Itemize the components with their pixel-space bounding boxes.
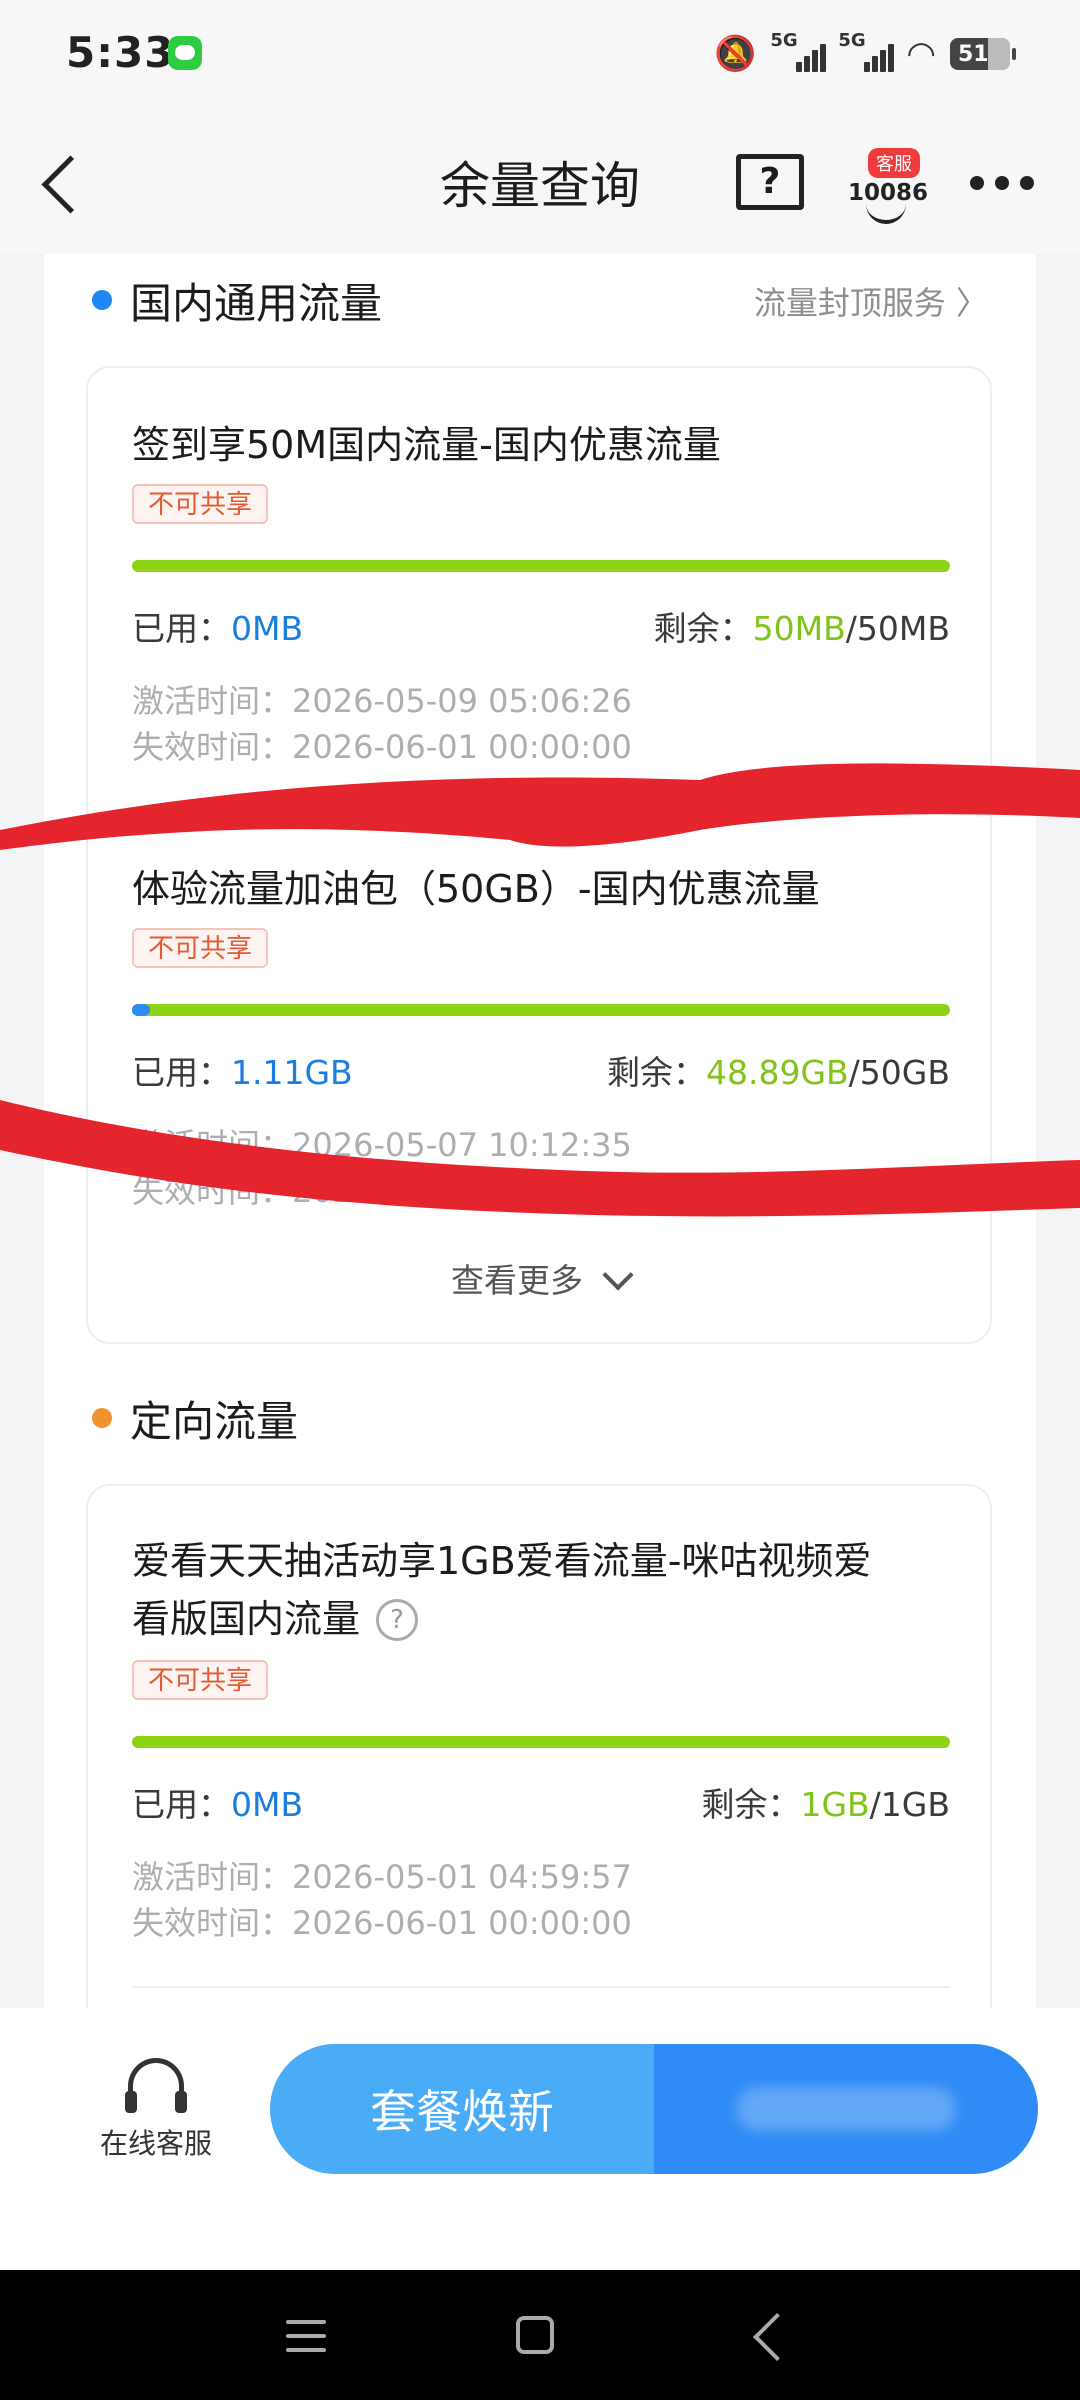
headset-icon bbox=[125, 2058, 187, 2113]
online-service-label: 在线客服 bbox=[99, 2127, 212, 2160]
expire-time: 失效时间：2026-06-01 00:00:00 bbox=[132, 728, 632, 766]
item-name: 签到享50M国内流量-国内优惠流量 bbox=[132, 423, 721, 467]
divider bbox=[132, 1986, 950, 1988]
app-header: 余量查询 ? 客服 10086 bbox=[0, 110, 1080, 254]
home-icon[interactable] bbox=[516, 2316, 554, 2354]
usage-progress-bar bbox=[132, 560, 950, 572]
online-service-button[interactable]: 在线客服 bbox=[86, 2058, 226, 2162]
item-name-line2: 看版国内流量? bbox=[132, 1588, 419, 1645]
system-nav-bar bbox=[0, 2270, 1080, 2400]
bottom-action-bar: 在线客服 套餐焕新 bbox=[0, 2008, 1080, 2270]
item-name-line1: 爱看天天抽活动享1GB爱看流量-咪咕视频爱 bbox=[132, 1539, 872, 1583]
help-book-icon[interactable]: ? bbox=[736, 154, 804, 210]
phone-arc-icon bbox=[866, 196, 906, 224]
recent-apps-icon[interactable] bbox=[286, 2320, 326, 2356]
expire-time: 失效时间：2026-06-01 00:00:00 bbox=[132, 1172, 632, 1210]
usage-progress-bar bbox=[132, 1004, 950, 1016]
remaining-amount: 剩余：1GB/1GB bbox=[701, 1785, 950, 1824]
used-amount: 已用：1.11GB bbox=[132, 1053, 353, 1092]
mute-bell-icon: 🔕 bbox=[713, 34, 757, 74]
used-amount: 已用：0MB bbox=[132, 609, 304, 648]
activate-time: 激活时间：2026-05-01 04:59:57 bbox=[132, 1858, 632, 1896]
cs-badge: 客服 bbox=[868, 148, 920, 178]
status-time: 5:33 bbox=[66, 28, 175, 77]
wifi-icon: ◠ bbox=[906, 34, 936, 74]
customer-service-button[interactable]: 客服 10086 bbox=[848, 148, 928, 226]
question-icon[interactable]: ? bbox=[376, 1599, 419, 1641]
signal-icon-2: 5G bbox=[838, 30, 895, 74]
non-shareable-tag: 不可共享 bbox=[132, 484, 269, 524]
section-dot-blue bbox=[92, 290, 112, 310]
usage-progress-bar bbox=[132, 1736, 950, 1748]
see-more-button[interactable]: 查看更多 bbox=[0, 1254, 1080, 1302]
message-app-icon bbox=[168, 36, 202, 70]
signal-icon: 5G bbox=[770, 30, 827, 74]
section-title-general: 国内通用流量 bbox=[130, 279, 383, 328]
more-menu-icon[interactable] bbox=[970, 168, 1034, 198]
non-shareable-tag: 不可共享 bbox=[132, 1660, 269, 1700]
system-back-icon[interactable] bbox=[752, 2312, 802, 2362]
activate-time: 激活时间：2026-05-09 05:06:26 bbox=[132, 682, 632, 720]
remaining-amount: 剩余：50MB/50MB bbox=[653, 609, 950, 648]
item-name: 体验流量加油包（50GB）-国内优惠流量 bbox=[132, 867, 820, 911]
chevron-down-icon bbox=[602, 1259, 634, 1291]
non-shareable-tag: 不可共享 bbox=[132, 928, 269, 968]
remaining-amount: 剩余：48.89GB/50GB bbox=[606, 1053, 950, 1092]
status-icons: 🔕 5G 5G ◠ 51 bbox=[713, 26, 1016, 82]
used-amount: 已用：0MB bbox=[132, 1785, 304, 1824]
expire-time: 失效时间：2026-06-01 00:00:00 bbox=[132, 1904, 632, 1942]
blurred-action-button[interactable] bbox=[654, 2044, 1038, 2174]
activate-time: 激活时间：2026-05-07 10:12:35 bbox=[132, 1126, 632, 1164]
section-title-directed: 定向流量 bbox=[130, 1397, 299, 1446]
traffic-cap-service-link[interactable]: 流量封顶服务 〉 bbox=[754, 278, 988, 324]
section-dot-orange bbox=[92, 1408, 112, 1428]
status-bar: 5:33 🔕 5G 5G ◠ 51 bbox=[0, 0, 1080, 110]
blurred-label bbox=[736, 2087, 956, 2131]
battery-icon: 51 bbox=[950, 38, 1016, 70]
plan-renew-button[interactable]: 套餐焕新 bbox=[270, 2044, 654, 2174]
action-buttons: 套餐焕新 bbox=[270, 2044, 1038, 2174]
